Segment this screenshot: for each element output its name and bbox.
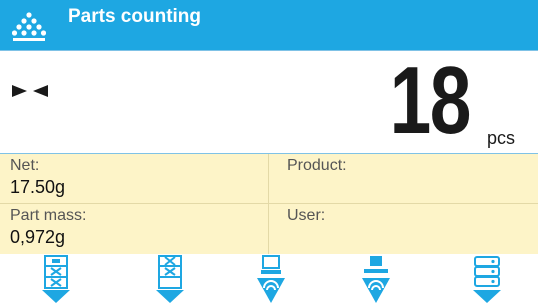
info-panel: Net: 17.50g Product: Part mass: 0,972g U… xyxy=(0,154,538,254)
stability-indicator-icon xyxy=(12,85,48,97)
title-bar: Parts counting xyxy=(0,0,538,50)
tare-key-icon[interactable] xyxy=(356,254,396,305)
parts-counting-icon[interactable] xyxy=(12,9,46,43)
count-unit: pcs xyxy=(487,128,516,148)
net-label: Net: xyxy=(10,157,40,174)
database-key-icon[interactable] xyxy=(467,254,507,305)
net-cell: Net: 17.50g xyxy=(0,154,269,204)
product-label: Product: xyxy=(287,157,347,174)
part-mass-value: 0,972g xyxy=(10,227,66,247)
part-mass-cell: Part mass: 0,972g xyxy=(0,204,269,254)
product-cell[interactable]: Product: xyxy=(269,154,538,204)
net-value: 17.50g xyxy=(10,177,66,197)
user-label: User: xyxy=(287,207,326,224)
part-mass-label: Part mass: xyxy=(10,207,87,224)
part-mass-entry-key-icon[interactable] xyxy=(150,254,190,305)
count-value: 18 xyxy=(389,47,472,154)
sample-quantity-key-icon[interactable] xyxy=(36,254,76,305)
softkey-bar xyxy=(0,254,538,305)
weight-display: 18 pcs xyxy=(0,50,538,154)
set-from-database-key-icon[interactable] xyxy=(251,254,291,305)
app-title: Parts counting xyxy=(68,6,202,27)
user-cell[interactable]: User: xyxy=(269,204,538,254)
